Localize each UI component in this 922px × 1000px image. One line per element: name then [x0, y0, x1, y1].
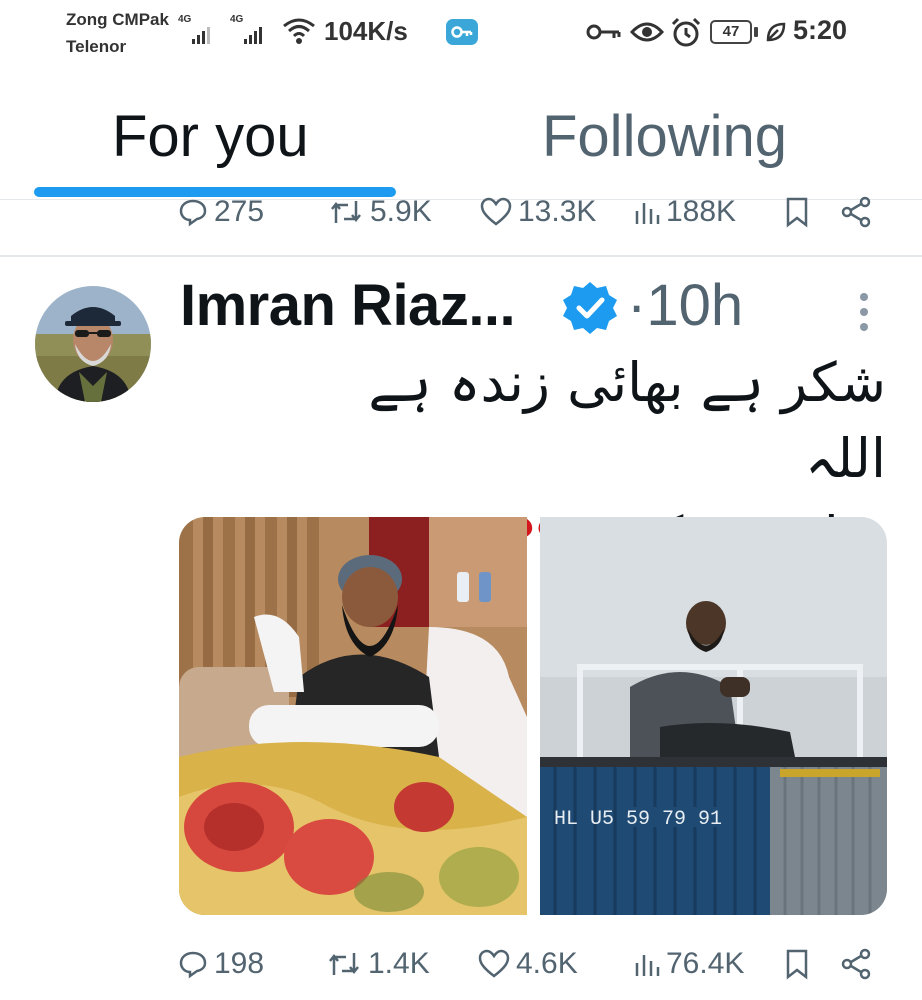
tab-following[interactable]: Following: [542, 103, 787, 170]
views-icon: [635, 955, 660, 976]
like-button[interactable]: 4.6K: [478, 940, 578, 988]
wifi-icon: [283, 18, 315, 44]
post-image-hospital[interactable]: [179, 517, 527, 915]
reply-button[interactable]: 275: [178, 188, 264, 236]
views-icon: [635, 203, 660, 224]
network-speed: 104K/s: [324, 16, 408, 46]
like-button[interactable]: 13.3K: [480, 188, 596, 236]
repost-button[interactable]: 5.9K: [328, 188, 432, 236]
carrier-name-2: Telenor: [66, 37, 127, 56]
eye-icon: [630, 22, 664, 42]
post-divider: [0, 255, 922, 257]
heart-icon: [480, 197, 512, 226]
bookmark-icon[interactable]: [784, 196, 810, 228]
like-count: 4.6K: [516, 947, 578, 980]
share-icon[interactable]: [840, 196, 872, 228]
status-bar: Zong CMPak Telenor 4G 4G 104K/s 47 5:20: [66, 10, 848, 56]
carrier-name-1: Zong CMPak: [66, 10, 169, 29]
views-button[interactable]: 76.4K: [634, 940, 744, 988]
post-text-line-1: شکر ہے بھائی زندہ ہے اللہ: [368, 351, 886, 490]
post-image-container[interactable]: HL U5 59 79 91: [540, 517, 887, 915]
vpn-key-icon: [446, 19, 478, 45]
reply-icon: [179, 199, 207, 227]
repost-icon: [331, 201, 361, 223]
post-timestamp[interactable]: ·10h: [627, 272, 743, 339]
heart-icon: [478, 949, 510, 978]
battery-icon: 47: [710, 20, 752, 44]
like-count: 13.3K: [518, 195, 597, 228]
timeline-tabs: For you Following: [0, 75, 922, 200]
tab-for-you[interactable]: For you: [112, 103, 309, 170]
reply-count: 275: [214, 195, 265, 228]
repost-count: 5.9K: [370, 195, 432, 228]
post-actions: 198 1.4K 4.6K 76.4K: [0, 940, 922, 988]
views-count: 188K: [666, 195, 737, 228]
reply-icon: [179, 951, 207, 979]
author-name[interactable]: Imran Riaz...: [180, 272, 516, 339]
repost-button[interactable]: 1.4K: [326, 940, 430, 988]
views-button[interactable]: 188K: [634, 188, 736, 236]
alarm-icon: [671, 17, 701, 47]
battery-tip: [754, 27, 758, 37]
avatar[interactable]: [35, 286, 151, 402]
previous-post-actions: 275 5.9K 13.3K 188K: [0, 188, 922, 236]
more-options-icon[interactable]: [857, 292, 871, 332]
share-icon[interactable]: [840, 948, 872, 980]
verified-badge-icon: [563, 282, 617, 334]
container-id-text: HL U5 59 79 91: [554, 808, 722, 831]
repost-count: 1.4K: [368, 947, 430, 980]
views-count: 76.4K: [666, 947, 745, 980]
clock: 5:20: [793, 15, 848, 45]
reply-count: 198: [214, 947, 265, 980]
leaf-icon: [766, 22, 786, 42]
repost-icon: [329, 953, 359, 975]
key-icon: [586, 24, 621, 40]
reply-button[interactable]: 198: [178, 940, 264, 988]
bookmark-icon[interactable]: [784, 948, 810, 980]
